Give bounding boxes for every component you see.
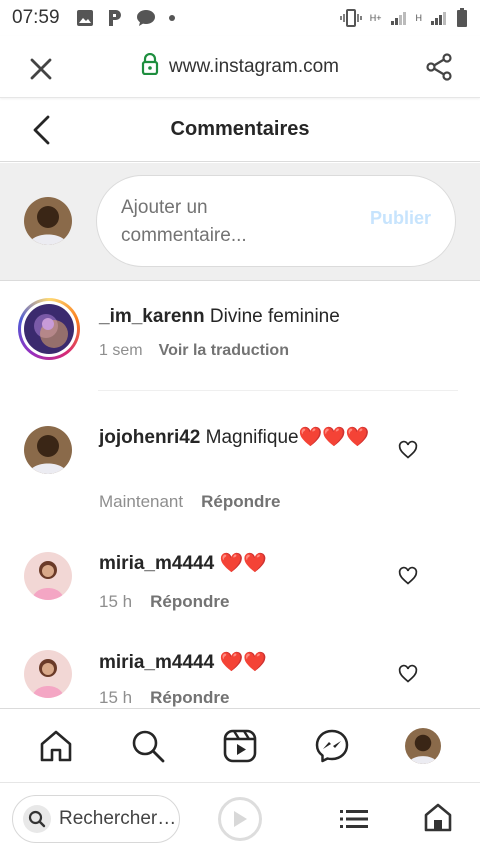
messenger-icon[interactable]: [313, 727, 351, 765]
browser-search-field[interactable]: Rechercher…: [12, 795, 180, 843]
vibrate-icon: [339, 9, 362, 27]
comment-text: miria_m4444 ❤️❤️: [99, 649, 379, 677]
signal-icon: [390, 10, 408, 26]
post-caption: _im_karenn Divine feminine 1 sem Voir la…: [0, 282, 480, 392]
comment-username[interactable]: miria_m4444: [99, 553, 214, 574]
comment-emoji: ❤️❤️❤️: [298, 427, 370, 448]
story-ring[interactable]: [18, 298, 80, 360]
comment-body: Magnifique: [205, 427, 299, 448]
comment-input[interactable]: Ajouter un commentaire... Publier: [96, 175, 456, 267]
avatar[interactable]: [24, 552, 72, 600]
avatar[interactable]: [24, 650, 72, 698]
comment-emoji: ❤️❤️: [219, 652, 267, 673]
network-type-label-2: H: [415, 13, 423, 23]
avatar: [24, 197, 72, 245]
page-title: Commentaires: [170, 118, 310, 140]
page-header: Commentaires: [0, 98, 480, 162]
like-heart-icon[interactable]: [398, 566, 418, 586]
caption-username[interactable]: _im_karenn: [99, 306, 205, 327]
divider: [98, 390, 458, 391]
back-arrow-icon[interactable]: [28, 114, 58, 146]
home-icon[interactable]: [37, 727, 75, 765]
gallery-icon: [76, 9, 94, 27]
bottom-nav: [0, 708, 480, 782]
avatar: [24, 304, 74, 354]
avatar[interactable]: [24, 426, 72, 474]
list-icon[interactable]: [338, 805, 370, 833]
home-icon[interactable]: [422, 801, 454, 833]
reply-button[interactable]: Répondre: [150, 592, 229, 612]
lock-icon: [141, 52, 159, 81]
signal-icon-2: [430, 10, 448, 26]
caption-body: Divine feminine: [209, 306, 340, 327]
comment-item: miria_m4444 ❤️❤️ 15 h Répondre: [0, 632, 480, 708]
comment-time: Maintenant: [99, 492, 184, 511]
comment-meta: Maintenant Répondre: [99, 492, 280, 512]
reply-button[interactable]: Répondre: [201, 492, 280, 512]
share-icon[interactable]: [424, 52, 454, 82]
play-icon[interactable]: [218, 797, 262, 841]
comment-meta: 15 h Répondre: [99, 592, 229, 612]
comment-username[interactable]: miria_m4444: [99, 652, 214, 673]
reels-icon[interactable]: [221, 727, 259, 765]
search-icon: [23, 805, 51, 833]
comment-meta: 15 h Répondre: [99, 688, 229, 708]
dot-icon: [168, 14, 176, 22]
search-icon[interactable]: [129, 727, 167, 765]
browser-toolbar: www.instagram.com: [0, 36, 480, 98]
status-bar: 07:59 H+ H: [0, 0, 480, 36]
comment-composer: Ajouter un commentaire... Publier: [0, 163, 480, 281]
comment-emoji: ❤️❤️: [219, 553, 267, 574]
status-time: 07:59: [12, 7, 60, 28]
comment-username[interactable]: jojohenri42: [99, 427, 200, 448]
battery-icon: [456, 8, 468, 28]
publish-button[interactable]: Publier: [370, 208, 431, 229]
caption-text: _im_karenn Divine feminine: [99, 306, 340, 328]
caption-meta: 1 sem Voir la traduction: [99, 342, 289, 360]
like-heart-icon[interactable]: [398, 664, 418, 684]
address-bar[interactable]: www.instagram.com: [0, 52, 480, 81]
comment-time: 15 h: [99, 688, 133, 707]
browser-search-placeholder: Rechercher…: [59, 808, 177, 829]
comment-item: miria_m4444 ❤️❤️ 15 h Répondre: [0, 532, 480, 632]
profile-avatar[interactable]: [404, 727, 442, 765]
comment-input-placeholder: Ajouter un commentaire...: [121, 197, 247, 246]
browser-bottom-toolbar: Rechercher…: [0, 782, 480, 854]
network-type-label: H+: [369, 13, 382, 23]
comment-time: 15 h: [99, 592, 133, 611]
comment-text: jojohenri42 Magnifique❤️❤️❤️: [99, 424, 379, 452]
p-app-icon: [106, 8, 124, 28]
translate-link[interactable]: Voir la traduction: [159, 342, 289, 360]
caption-time: 1 sem: [99, 342, 143, 359]
reply-button[interactable]: Répondre: [150, 688, 229, 708]
comment-text: miria_m4444 ❤️❤️: [99, 550, 379, 578]
url-text: www.instagram.com: [169, 55, 339, 77]
chat-bubble-icon: [136, 9, 156, 27]
like-heart-icon[interactable]: [398, 440, 418, 460]
comment-item: jojohenri42 Magnifique❤️❤️❤️ Maintenant …: [0, 392, 480, 532]
